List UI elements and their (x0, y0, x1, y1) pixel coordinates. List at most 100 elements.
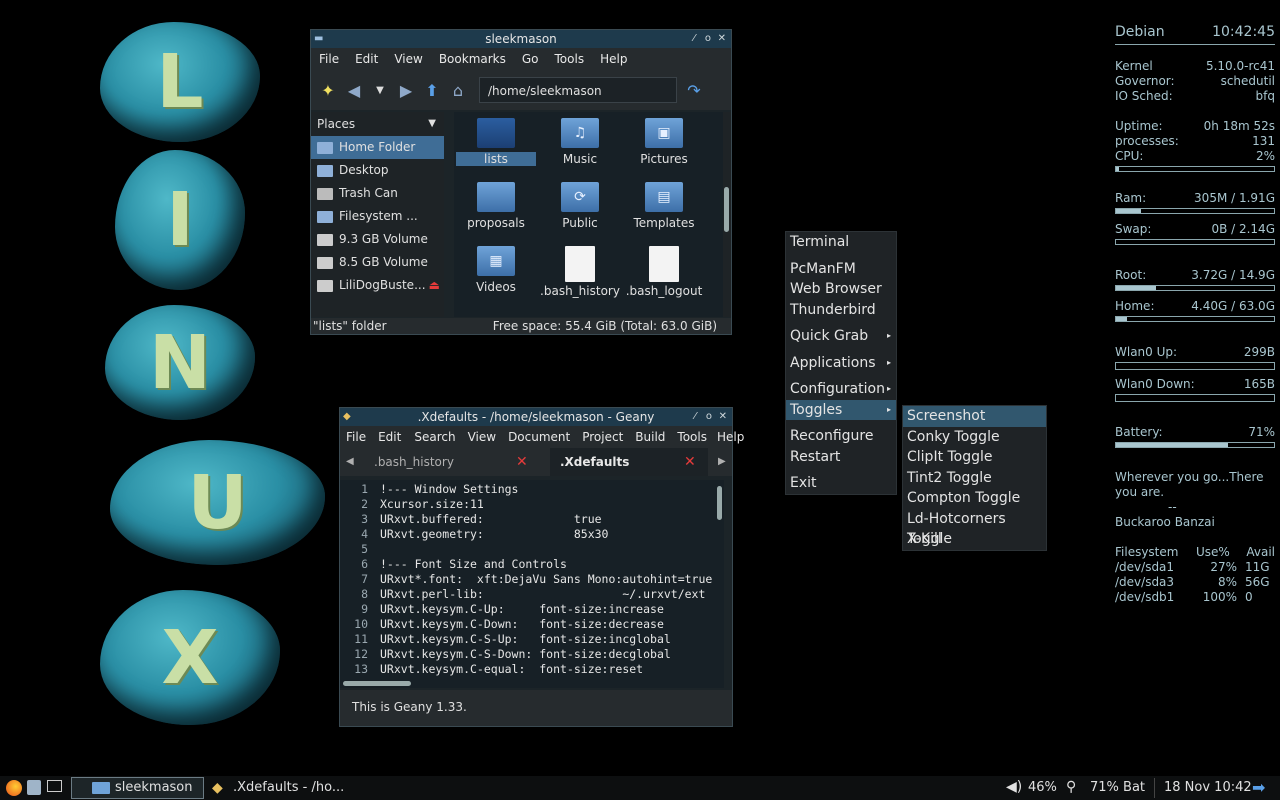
place-lilidog[interactable]: LiliDogBuste... ⏏ (311, 274, 444, 297)
close-button[interactable]: ✕ (719, 408, 727, 426)
code-line[interactable]: URxvt.perl-lib: ~/.urxvt/ext (380, 587, 712, 602)
menu-item-thunderbird[interactable]: Thunderbird (786, 300, 896, 321)
menu-document[interactable]: Document (502, 430, 576, 444)
firefox-icon[interactable] (6, 780, 22, 796)
places-dropdown[interactable]: Places ▼ (311, 112, 444, 136)
menu-build[interactable]: Build (629, 430, 671, 444)
file-manager-launcher-icon[interactable] (27, 780, 41, 795)
menu-item-tint2-toggle[interactable]: Tint2 Toggle (903, 468, 1046, 489)
menu-item-clipit-toggle[interactable]: ClipIt Toggle (903, 447, 1046, 468)
code-text[interactable]: !--- Window Settings Xcursor.size:11 URxvt… (380, 482, 712, 677)
file-item-music[interactable]: ♫ Music (538, 118, 622, 166)
menu-bookmarks[interactable]: Bookmarks (431, 52, 514, 66)
tab-bash-history[interactable]: .bash_history ✕ (364, 448, 550, 476)
network-icon[interactable]: ⚲ (1066, 779, 1076, 795)
file-item-templates[interactable]: ▤ Templates (622, 182, 706, 230)
menu-item-compton-toggle[interactable]: Compton Toggle (903, 488, 1046, 509)
place-trash[interactable]: Trash Can (311, 182, 444, 205)
minimize-button[interactable]: ⁄ (694, 408, 696, 426)
file-item-pictures[interactable]: ▣ Pictures (622, 118, 706, 166)
file-manager-window[interactable]: ▬ sleekmason ⁄ o ✕ File Edit View Bookma… (310, 29, 732, 335)
code-editor[interactable]: 1 2 3 4 5 6 7 8 9 10 11 12 13 !--- Window Settings Xc… (340, 480, 724, 688)
file-item-lists[interactable]: lists (454, 118, 538, 166)
menu-item-pcmanfm[interactable]: PcManFM (786, 259, 896, 280)
place-desktop[interactable]: Desktop (311, 159, 444, 182)
menu-project[interactable]: Project (576, 430, 629, 444)
menu-search[interactable]: Search (408, 430, 461, 444)
menu-item-configuration[interactable]: Configuration ▸ (786, 379, 896, 400)
menu-file[interactable]: File (311, 52, 347, 66)
arrow-right-icon[interactable]: ➡ (1252, 778, 1265, 797)
maximize-button[interactable]: o (706, 408, 712, 426)
place-volume-1[interactable]: 9.3 GB Volume (311, 228, 444, 251)
menu-edit[interactable]: Edit (347, 52, 386, 66)
menu-tools[interactable]: Tools (671, 430, 713, 444)
tab-close-icon[interactable]: ✕ (516, 448, 528, 476)
scrollbar-thumb[interactable] (724, 187, 729, 232)
file-item-proposals[interactable]: proposals (454, 182, 538, 230)
close-button[interactable]: ✕ (718, 30, 726, 48)
geany-window[interactable]: ◆ .Xdefaults - /home/sleekmason - Geany … (339, 407, 744, 727)
menu-item-x-kill[interactable]: X-Kill (903, 529, 1046, 550)
new-tab-icon[interactable]: ✦ (315, 81, 341, 100)
back-icon[interactable]: ◀ (341, 81, 367, 100)
code-line[interactable]: Xcursor.size:11 (380, 497, 712, 512)
tab-scroll-right-icon[interactable]: ▶ (718, 448, 726, 476)
location-bar[interactable]: /home/sleekmason (479, 77, 677, 103)
file-item-bash-history[interactable]: .bash_history (538, 246, 622, 298)
maximize-button[interactable]: o (705, 30, 711, 48)
menu-item-web-browser[interactable]: Web Browser (786, 279, 896, 300)
battery-status[interactable]: 71% Bat (1090, 780, 1145, 795)
file-manager-titlebar[interactable]: ▬ sleekmason ⁄ o ✕ (311, 30, 731, 48)
file-item-videos[interactable]: ▦ Videos (454, 246, 538, 294)
menu-item-restart[interactable]: Restart (786, 447, 896, 468)
code-line[interactable]: URxvt.geometry: 85x30 (380, 527, 712, 542)
code-line[interactable]: !--- Window Settings (380, 482, 712, 497)
code-line[interactable]: URxvt.buffered: true (380, 512, 712, 527)
tab-xdefaults[interactable]: .Xdefaults ✕ (550, 448, 708, 476)
file-scrollbar[interactable] (723, 112, 731, 317)
terminal-launcher-icon[interactable] (47, 780, 62, 792)
go-icon[interactable]: ↷ (681, 81, 707, 100)
up-icon[interactable]: ⬆ (419, 81, 445, 100)
menu-file[interactable]: File (340, 430, 371, 444)
editor-hscroll-thumb[interactable] (343, 681, 411, 686)
place-filesystem[interactable]: Filesystem ... (311, 205, 444, 228)
code-line[interactable]: URxvt.keysym.C-Up: font-size:increase (380, 602, 712, 617)
clock[interactable]: 18 Nov 10:42 (1164, 780, 1252, 795)
task-geany[interactable]: ◆ .Xdefaults - /ho... (210, 777, 350, 799)
place-volume-2[interactable]: 8.5 GB Volume (311, 251, 444, 274)
volume-icon[interactable]: ◀) (1006, 779, 1022, 795)
menu-go[interactable]: Go (514, 52, 547, 66)
forward-icon[interactable]: ▶ (393, 81, 419, 100)
menu-help[interactable]: Help (592, 52, 635, 66)
menu-item-exit[interactable]: Exit (786, 473, 896, 494)
tab-scroll-left-icon[interactable]: ◀ (346, 448, 354, 476)
minimize-button[interactable]: ⁄ (693, 30, 695, 48)
menu-item-applications[interactable]: Applications ▸ (786, 353, 896, 374)
code-line[interactable]: URxvt*.font: xft:DejaVu Sans Mono:autohi… (380, 572, 712, 587)
menu-item-ld-hotcorners-toggle[interactable]: Ld-Hotcorners Toggle (903, 509, 1046, 548)
code-line[interactable]: URxvt.keysym.C-S-Down: font-size:decglob… (380, 647, 712, 662)
code-line[interactable] (380, 542, 712, 557)
tab-close-icon[interactable]: ✕ (684, 448, 696, 476)
home-icon[interactable]: ⌂ (445, 81, 471, 100)
history-dropdown-icon[interactable]: ▼ (367, 85, 393, 96)
task-sleekmason[interactable]: sleekmason (71, 777, 204, 799)
file-item-bash-logout[interactable]: .bash_logout (622, 246, 706, 298)
code-line[interactable]: !--- Font Size and Controls (380, 557, 712, 572)
menu-item-terminal[interactable]: Terminal (786, 232, 896, 253)
code-line[interactable]: URxvt.keysym.C-Down: font-size:decrease (380, 617, 712, 632)
editor-vscroll-thumb[interactable] (717, 486, 722, 520)
menu-item-toggles[interactable]: Toggles ▸ (786, 399, 896, 420)
menu-item-screenshot[interactable]: Screenshot (903, 406, 1046, 427)
menu-item-quick-grab[interactable]: Quick Grab ▸ (786, 326, 896, 347)
code-line[interactable]: URxvt.keysym.C-S-Up: font-size:incglobal (380, 632, 712, 647)
menu-item-reconfigure[interactable]: Reconfigure (786, 426, 896, 447)
menu-tools[interactable]: Tools (547, 52, 593, 66)
menu-edit[interactable]: Edit (371, 430, 408, 444)
menu-view[interactable]: View (462, 430, 502, 444)
menu-view[interactable]: View (386, 52, 430, 66)
volume-level[interactable]: 46% (1028, 780, 1057, 795)
menu-item-conky-toggle[interactable]: Conky Toggle (903, 427, 1046, 448)
